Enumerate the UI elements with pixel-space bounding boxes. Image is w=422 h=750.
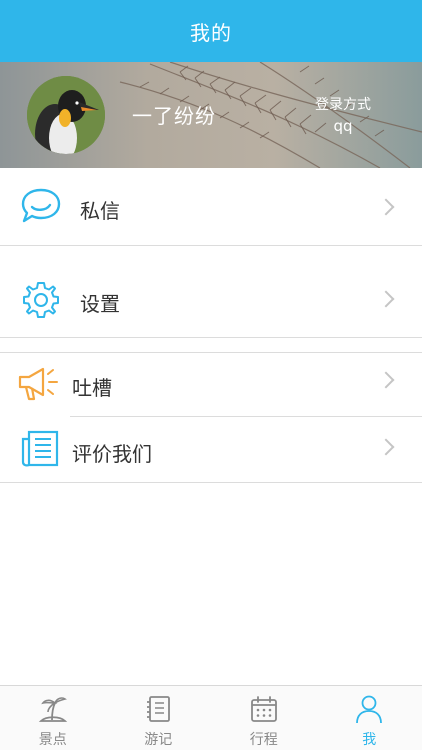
tab-travel-notes[interactable]: 游记 (106, 686, 212, 750)
chat-bubble-icon (21, 188, 61, 223)
divider (0, 337, 422, 338)
avatar[interactable] (27, 76, 105, 154)
person-icon (356, 695, 383, 724)
menu-item-rate-us[interactable]: 评价我们 (0, 417, 422, 482)
menu-item-messages[interactable]: 私信 (0, 168, 422, 245)
divider (0, 245, 422, 246)
notebook-icon (21, 430, 59, 467)
gear-icon (23, 282, 59, 318)
tab-itinerary[interactable]: 行程 (211, 686, 317, 750)
navigation-bar: 我的 (0, 0, 422, 62)
page-title: 我的 (190, 20, 232, 45)
menu-item-settings[interactable]: 设置 (0, 260, 422, 337)
menu-label-settings: 设置 (80, 292, 120, 316)
profile-header[interactable]: 一了纷纷 登录方式 qq (0, 62, 422, 168)
menu-item-feedback[interactable]: 吐槽 (0, 353, 422, 416)
login-method-label: 登录方式 (315, 97, 371, 113)
island-icon (38, 697, 67, 722)
tab-label: 景点 (38, 732, 67, 748)
tab-attractions[interactable]: 景点 (0, 686, 106, 750)
tab-me[interactable]: 我 (317, 686, 422, 750)
menu-label-feedback: 吐槽 (72, 376, 112, 400)
journal-icon (147, 696, 171, 722)
megaphone-icon (18, 367, 58, 401)
login-method-value: qq (333, 117, 353, 135)
calendar-icon (250, 696, 277, 722)
menu-label-messages: 私信 (80, 199, 120, 223)
tab-label: 我 (362, 732, 377, 748)
chevron-right-icon (377, 290, 395, 308)
chevron-right-icon (377, 371, 395, 389)
divider (0, 482, 422, 483)
penguin-avatar-image (27, 76, 105, 154)
chevron-right-icon (377, 198, 395, 216)
menu-label-rate-us: 评价我们 (72, 442, 152, 466)
chevron-right-icon (377, 438, 395, 456)
tab-bar: 景点 游记 行程 我 (0, 685, 422, 750)
username: 一了纷纷 (132, 104, 216, 128)
tab-label: 行程 (249, 732, 278, 748)
tab-label: 游记 (144, 732, 173, 748)
app-screen: 我的 一了纷纷 登录方式 qq 私信 设置 吐槽 评价我们 景点 游记 行程 我 (0, 0, 422, 750)
